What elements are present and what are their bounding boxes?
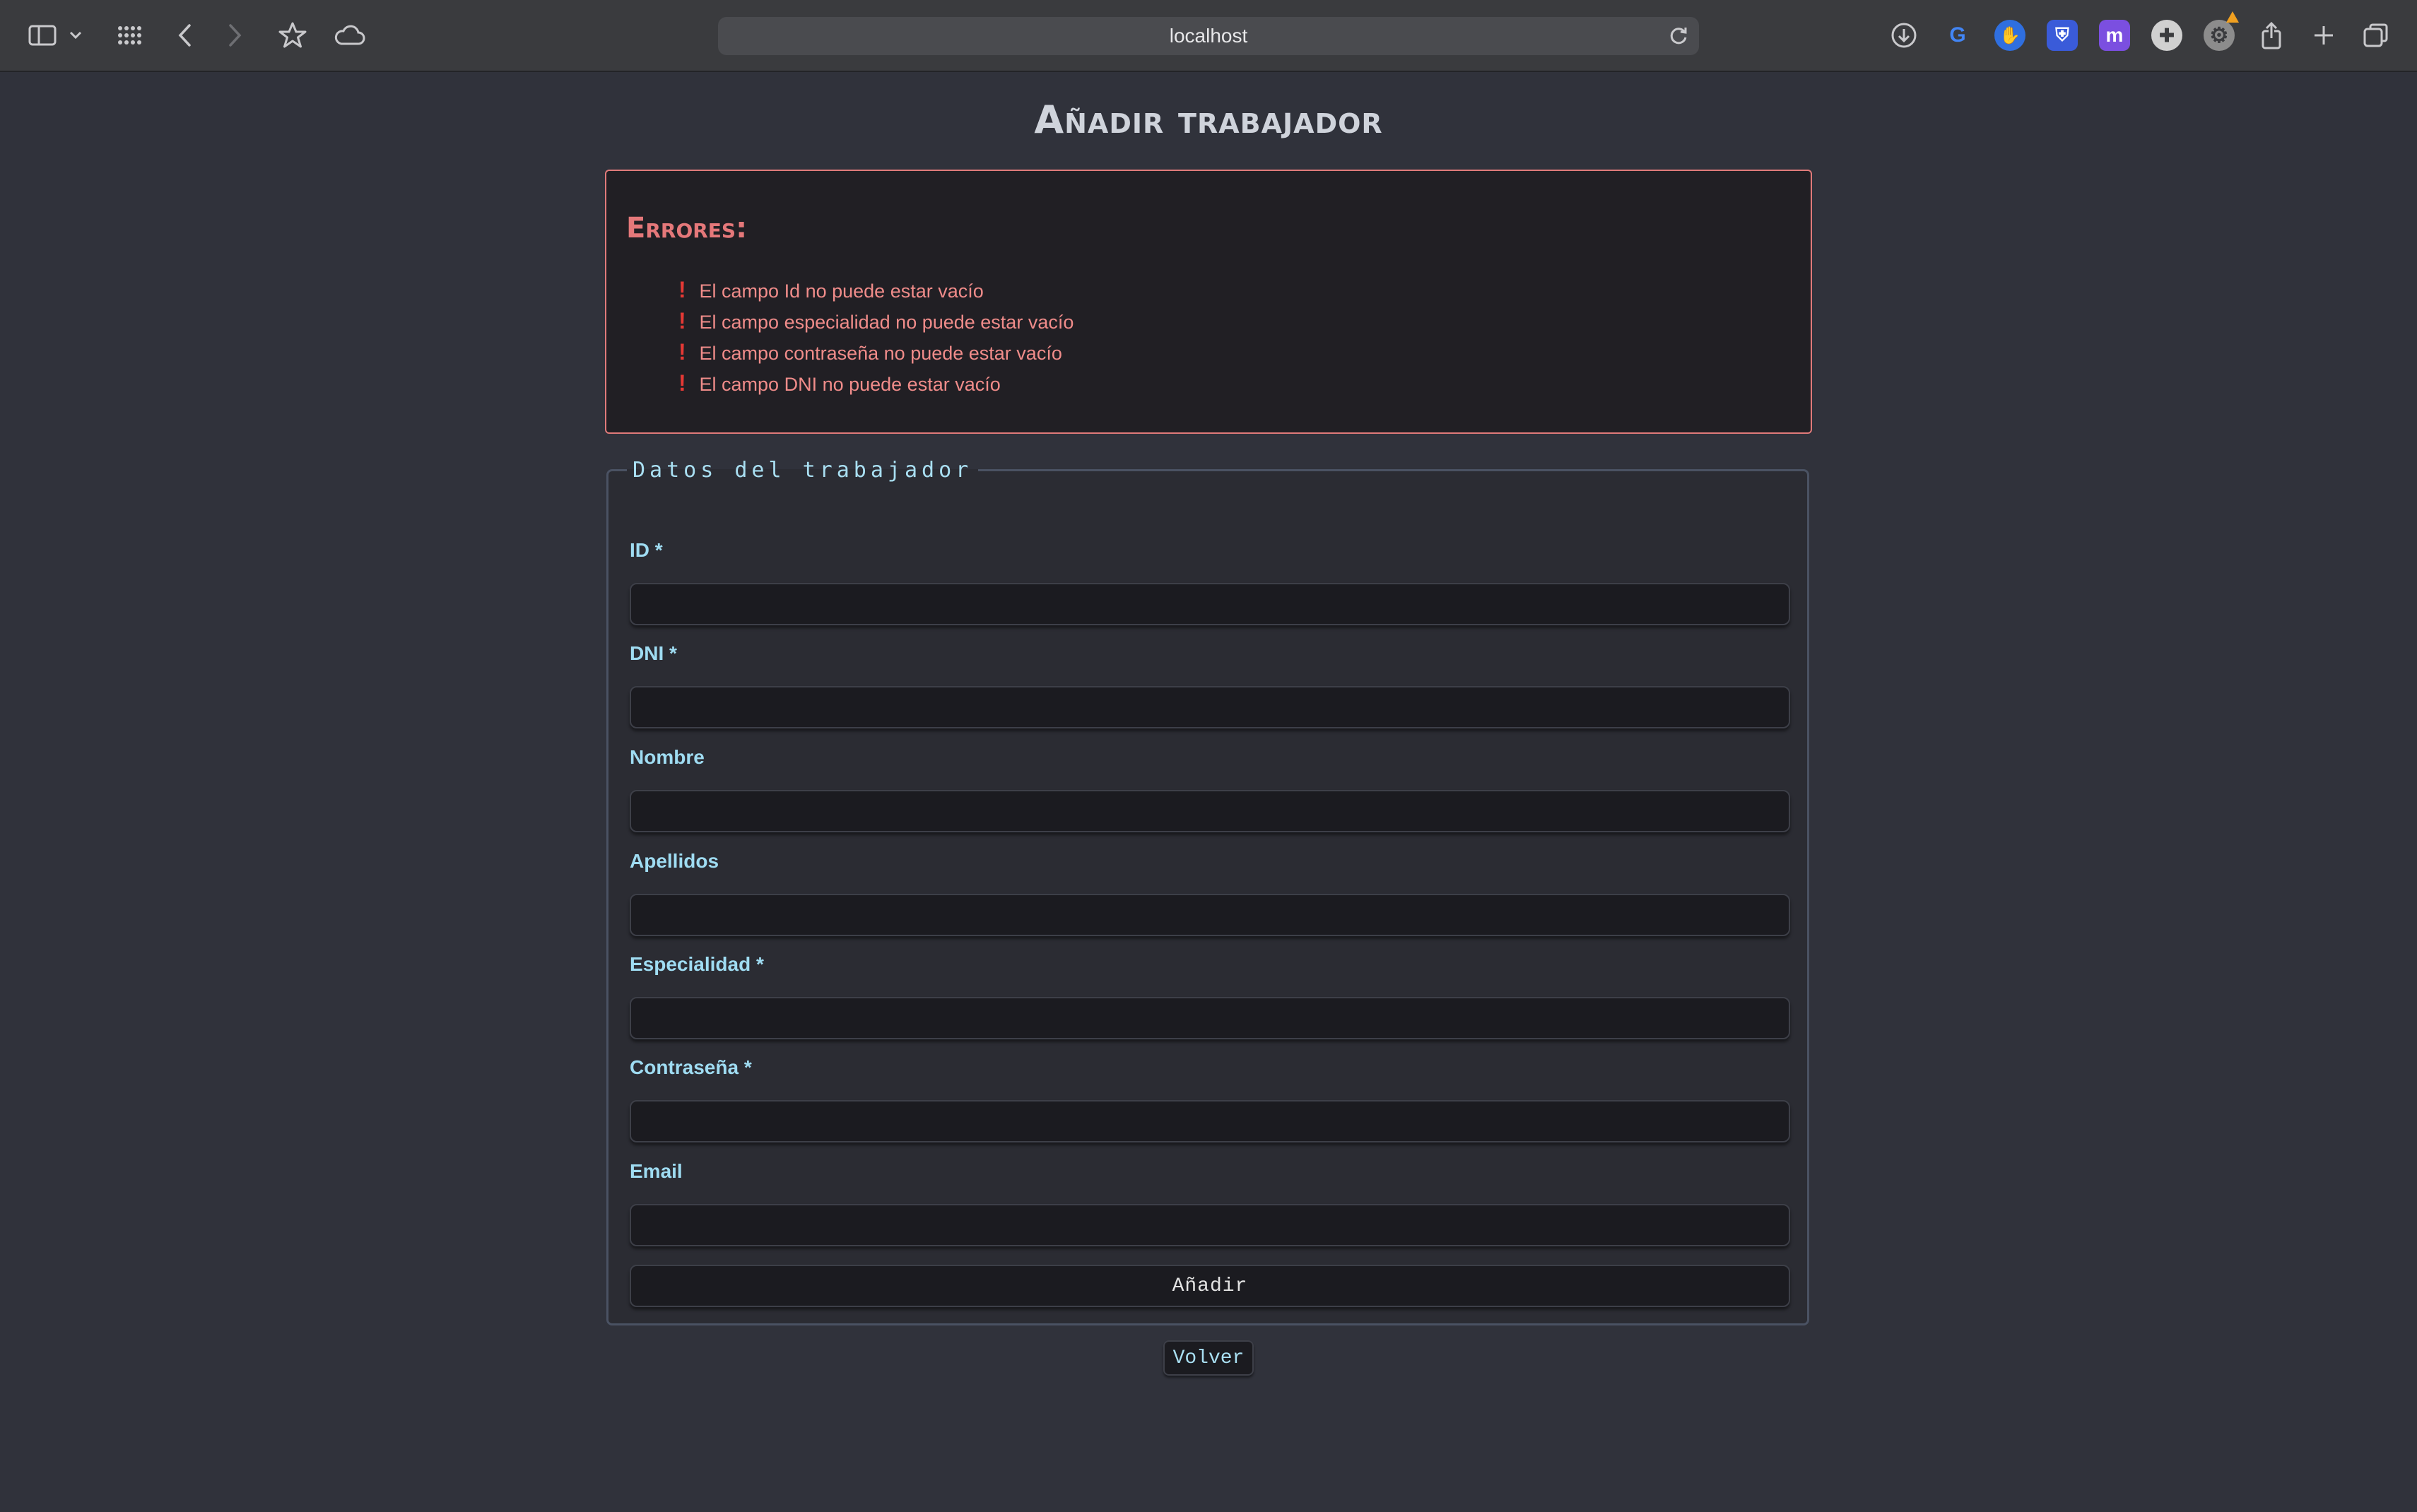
error-item: ! El campo contraseña no puede estar vac… bbox=[678, 336, 1074, 367]
id-input[interactable] bbox=[630, 583, 1790, 625]
exclamation-icon: ! bbox=[678, 370, 686, 396]
back-arrow-icon[interactable] bbox=[167, 17, 204, 54]
errors-title: Errores: bbox=[626, 212, 748, 244]
dni-input[interactable] bbox=[630, 686, 1790, 728]
email-label: Email bbox=[630, 1160, 683, 1182]
error-message: El campo contraseña no puede estar vacío bbox=[699, 343, 1062, 364]
email-input[interactable] bbox=[630, 1204, 1790, 1246]
contrasena-label: Contraseña * bbox=[630, 1056, 752, 1078]
error-message: El campo DNI no puede estar vacío bbox=[699, 374, 1001, 395]
exclamation-icon: ! bbox=[678, 277, 686, 302]
google-extension-icon[interactable]: G bbox=[1942, 20, 1973, 51]
worker-form: Datos del trabajador ID * DNI * Nombre A… bbox=[606, 458, 1809, 1325]
especialidad-label: Especialidad * bbox=[630, 953, 764, 975]
chevron-down-icon[interactable] bbox=[65, 17, 86, 54]
volver-button[interactable]: Volver bbox=[1163, 1340, 1254, 1376]
nombre-label: Nombre bbox=[630, 746, 705, 768]
error-item: ! El campo especialidad no puede estar v… bbox=[678, 305, 1074, 336]
id-label: ID * bbox=[630, 539, 663, 561]
error-item: ! El campo Id no puede estar vacío bbox=[678, 274, 1074, 305]
page-title: Añadir trabajador bbox=[1034, 98, 1383, 142]
nombre-input[interactable] bbox=[630, 790, 1790, 832]
error-message: El campo Id no puede estar vacío bbox=[699, 280, 984, 302]
url-text: localhost bbox=[1169, 25, 1248, 47]
gamepad-extension-icon[interactable]: ✚ bbox=[2151, 20, 2182, 51]
error-list: ! El campo Id no puede estar vacío ! El … bbox=[678, 274, 1074, 398]
purple-extension-icon[interactable]: m bbox=[2099, 20, 2130, 51]
plus-icon[interactable] bbox=[2305, 17, 2342, 54]
warning-badge-icon bbox=[2226, 11, 2239, 23]
reload-icon[interactable] bbox=[1668, 25, 1689, 47]
apellidos-label: Apellidos bbox=[630, 850, 719, 872]
contrasena-input[interactable] bbox=[630, 1100, 1790, 1142]
tabs-overview-icon[interactable] bbox=[2358, 17, 2394, 54]
share-icon[interactable] bbox=[2253, 17, 2290, 54]
gear-extension-icon[interactable]: ⚙ bbox=[2204, 20, 2235, 51]
sidebar-icon[interactable] bbox=[24, 17, 61, 54]
error-item: ! El campo DNI no puede estar vacío bbox=[678, 367, 1074, 398]
download-icon[interactable] bbox=[1886, 17, 1922, 54]
anadir-button[interactable]: Añadir bbox=[630, 1265, 1790, 1307]
star-icon[interactable] bbox=[274, 17, 311, 54]
tab-grid-icon[interactable] bbox=[112, 17, 148, 54]
forward-arrow-icon[interactable] bbox=[216, 17, 253, 54]
exclamation-icon: ! bbox=[678, 308, 686, 333]
shield-extension-icon[interactable]: ⛨ bbox=[2047, 20, 2078, 51]
error-message: El campo especialidad no puede estar vac… bbox=[699, 312, 1074, 333]
dni-label: DNI * bbox=[630, 642, 677, 664]
especialidad-input[interactable] bbox=[630, 997, 1790, 1039]
apellidos-input[interactable] bbox=[630, 894, 1790, 936]
exclamation-icon: ! bbox=[678, 339, 686, 365]
blue-hand-extension-icon[interactable]: ✋ bbox=[1994, 20, 2025, 51]
error-panel: Errores: ! El campo Id no puede estar va… bbox=[605, 170, 1812, 434]
browser-toolbar: localhost G ✋ ⛨ m ✚ ⚙ bbox=[0, 0, 2417, 72]
address-bar[interactable]: localhost bbox=[718, 17, 1699, 55]
cloud-icon[interactable] bbox=[331, 17, 367, 54]
form-legend: Datos del trabajador bbox=[633, 458, 973, 483]
